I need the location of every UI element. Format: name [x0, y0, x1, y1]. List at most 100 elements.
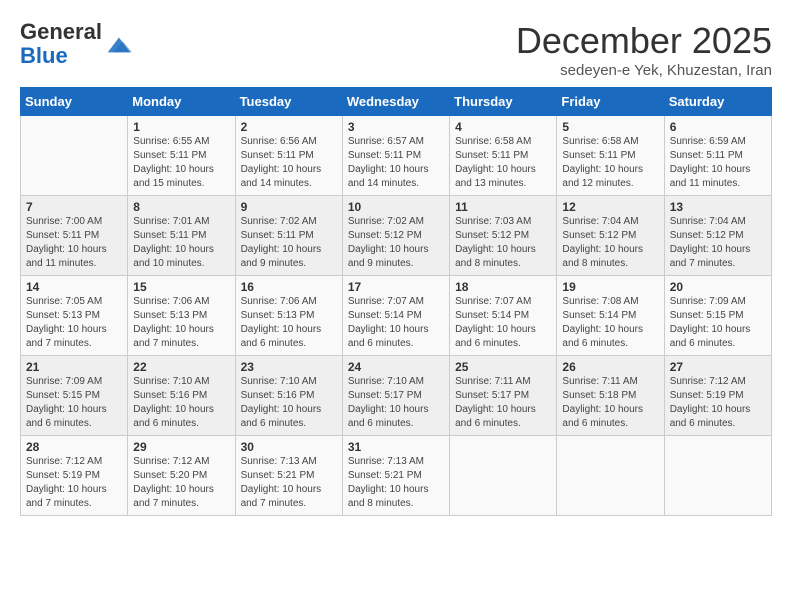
weekday-header-row: SundayMondayTuesdayWednesdayThursdayFrid…	[21, 88, 772, 116]
month-title: December 2025	[516, 20, 772, 62]
day-info: Sunrise: 7:04 AMSunset: 5:12 PMDaylight:…	[562, 215, 658, 271]
calendar-cell: 23Sunrise: 7:10 AMSunset: 5:16 PMDayligh…	[235, 356, 342, 436]
day-number: 10	[348, 200, 444, 214]
calendar-cell: 20Sunrise: 7:09 AMSunset: 5:15 PMDayligh…	[664, 276, 771, 356]
calendar-cell: 17Sunrise: 7:07 AMSunset: 5:14 PMDayligh…	[342, 276, 449, 356]
calendar-cell: 19Sunrise: 7:08 AMSunset: 5:14 PMDayligh…	[557, 276, 664, 356]
day-number: 4	[455, 120, 551, 134]
day-number: 22	[133, 360, 229, 374]
calendar-cell: 28Sunrise: 7:12 AMSunset: 5:19 PMDayligh…	[21, 436, 128, 516]
day-number: 30	[241, 440, 337, 454]
calendar-cell	[664, 436, 771, 516]
day-info: Sunrise: 6:55 AMSunset: 5:11 PMDaylight:…	[133, 135, 229, 191]
day-info: Sunrise: 7:09 AMSunset: 5:15 PMDaylight:…	[26, 375, 122, 431]
day-number: 28	[26, 440, 122, 454]
calendar-cell: 4Sunrise: 6:58 AMSunset: 5:11 PMDaylight…	[450, 116, 557, 196]
calendar-cell: 5Sunrise: 6:58 AMSunset: 5:11 PMDaylight…	[557, 116, 664, 196]
day-number: 5	[562, 120, 658, 134]
day-info: Sunrise: 7:11 AMSunset: 5:17 PMDaylight:…	[455, 375, 551, 431]
page-header: General Blue December 2025 sedeyen-e Yek…	[20, 20, 772, 79]
day-info: Sunrise: 7:10 AMSunset: 5:16 PMDaylight:…	[133, 375, 229, 431]
day-number: 11	[455, 200, 551, 214]
weekday-header: Thursday	[450, 88, 557, 116]
day-number: 2	[241, 120, 337, 134]
day-number: 7	[26, 200, 122, 214]
day-info: Sunrise: 7:03 AMSunset: 5:12 PMDaylight:…	[455, 215, 551, 271]
weekday-header: Monday	[128, 88, 235, 116]
calendar-cell: 16Sunrise: 7:06 AMSunset: 5:13 PMDayligh…	[235, 276, 342, 356]
location-subtitle: sedeyen-e Yek, Khuzestan, Iran	[516, 62, 772, 79]
day-info: Sunrise: 7:12 AMSunset: 5:19 PMDaylight:…	[670, 375, 766, 431]
day-info: Sunrise: 7:06 AMSunset: 5:13 PMDaylight:…	[133, 295, 229, 351]
day-info: Sunrise: 7:11 AMSunset: 5:18 PMDaylight:…	[562, 375, 658, 431]
calendar-cell: 30Sunrise: 7:13 AMSunset: 5:21 PMDayligh…	[235, 436, 342, 516]
calendar-cell: 31Sunrise: 7:13 AMSunset: 5:21 PMDayligh…	[342, 436, 449, 516]
calendar-table: SundayMondayTuesdayWednesdayThursdayFrid…	[20, 87, 772, 516]
calendar-cell: 27Sunrise: 7:12 AMSunset: 5:19 PMDayligh…	[664, 356, 771, 436]
calendar-cell: 29Sunrise: 7:12 AMSunset: 5:20 PMDayligh…	[128, 436, 235, 516]
day-info: Sunrise: 7:00 AMSunset: 5:11 PMDaylight:…	[26, 215, 122, 271]
day-number: 16	[241, 280, 337, 294]
day-number: 14	[26, 280, 122, 294]
calendar-cell: 25Sunrise: 7:11 AMSunset: 5:17 PMDayligh…	[450, 356, 557, 436]
day-info: Sunrise: 7:04 AMSunset: 5:12 PMDaylight:…	[670, 215, 766, 271]
day-number: 9	[241, 200, 337, 214]
calendar-week-row: 14Sunrise: 7:05 AMSunset: 5:13 PMDayligh…	[21, 276, 772, 356]
day-number: 31	[348, 440, 444, 454]
day-number: 29	[133, 440, 229, 454]
day-number: 3	[348, 120, 444, 134]
day-info: Sunrise: 7:07 AMSunset: 5:14 PMDaylight:…	[455, 295, 551, 351]
calendar-week-row: 7Sunrise: 7:00 AMSunset: 5:11 PMDaylight…	[21, 196, 772, 276]
weekday-header: Tuesday	[235, 88, 342, 116]
title-area: December 2025 sedeyen-e Yek, Khuzestan, …	[516, 20, 772, 79]
day-info: Sunrise: 6:56 AMSunset: 5:11 PMDaylight:…	[241, 135, 337, 191]
day-number: 8	[133, 200, 229, 214]
day-number: 13	[670, 200, 766, 214]
weekday-header: Friday	[557, 88, 664, 116]
calendar-cell: 9Sunrise: 7:02 AMSunset: 5:11 PMDaylight…	[235, 196, 342, 276]
calendar-cell: 10Sunrise: 7:02 AMSunset: 5:12 PMDayligh…	[342, 196, 449, 276]
day-number: 18	[455, 280, 551, 294]
day-number: 12	[562, 200, 658, 214]
day-info: Sunrise: 7:02 AMSunset: 5:12 PMDaylight:…	[348, 215, 444, 271]
day-info: Sunrise: 7:10 AMSunset: 5:16 PMDaylight:…	[241, 375, 337, 431]
day-info: Sunrise: 6:57 AMSunset: 5:11 PMDaylight:…	[348, 135, 444, 191]
weekday-header: Sunday	[21, 88, 128, 116]
calendar-cell: 11Sunrise: 7:03 AMSunset: 5:12 PMDayligh…	[450, 196, 557, 276]
day-info: Sunrise: 7:05 AMSunset: 5:13 PMDaylight:…	[26, 295, 122, 351]
day-info: Sunrise: 6:58 AMSunset: 5:11 PMDaylight:…	[455, 135, 551, 191]
day-info: Sunrise: 6:59 AMSunset: 5:11 PMDaylight:…	[670, 135, 766, 191]
day-info: Sunrise: 7:09 AMSunset: 5:15 PMDaylight:…	[670, 295, 766, 351]
day-info: Sunrise: 6:58 AMSunset: 5:11 PMDaylight:…	[562, 135, 658, 191]
weekday-header: Wednesday	[342, 88, 449, 116]
calendar-cell	[450, 436, 557, 516]
day-number: 23	[241, 360, 337, 374]
day-info: Sunrise: 7:07 AMSunset: 5:14 PMDaylight:…	[348, 295, 444, 351]
day-info: Sunrise: 7:06 AMSunset: 5:13 PMDaylight:…	[241, 295, 337, 351]
calendar-cell: 22Sunrise: 7:10 AMSunset: 5:16 PMDayligh…	[128, 356, 235, 436]
day-number: 17	[348, 280, 444, 294]
calendar-week-row: 28Sunrise: 7:12 AMSunset: 5:19 PMDayligh…	[21, 436, 772, 516]
logo-general-text: General	[20, 19, 102, 44]
logo-blue-text: Blue	[20, 43, 68, 68]
calendar-cell: 8Sunrise: 7:01 AMSunset: 5:11 PMDaylight…	[128, 196, 235, 276]
calendar-cell: 1Sunrise: 6:55 AMSunset: 5:11 PMDaylight…	[128, 116, 235, 196]
day-number: 24	[348, 360, 444, 374]
day-number: 25	[455, 360, 551, 374]
logo-icon	[104, 30, 132, 58]
calendar-cell: 21Sunrise: 7:09 AMSunset: 5:15 PMDayligh…	[21, 356, 128, 436]
day-info: Sunrise: 7:02 AMSunset: 5:11 PMDaylight:…	[241, 215, 337, 271]
calendar-week-row: 21Sunrise: 7:09 AMSunset: 5:15 PMDayligh…	[21, 356, 772, 436]
day-number: 26	[562, 360, 658, 374]
logo: General Blue	[20, 20, 132, 68]
day-number: 21	[26, 360, 122, 374]
day-info: Sunrise: 7:10 AMSunset: 5:17 PMDaylight:…	[348, 375, 444, 431]
day-number: 20	[670, 280, 766, 294]
calendar-cell: 6Sunrise: 6:59 AMSunset: 5:11 PMDaylight…	[664, 116, 771, 196]
day-number: 1	[133, 120, 229, 134]
day-number: 15	[133, 280, 229, 294]
calendar-cell	[21, 116, 128, 196]
day-info: Sunrise: 7:13 AMSunset: 5:21 PMDaylight:…	[241, 455, 337, 511]
calendar-cell: 3Sunrise: 6:57 AMSunset: 5:11 PMDaylight…	[342, 116, 449, 196]
day-info: Sunrise: 7:13 AMSunset: 5:21 PMDaylight:…	[348, 455, 444, 511]
